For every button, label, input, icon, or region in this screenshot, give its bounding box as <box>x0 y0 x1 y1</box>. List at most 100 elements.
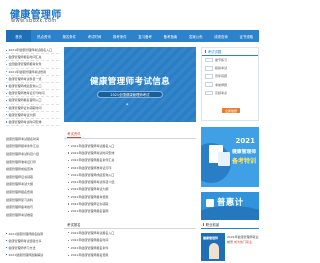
news-item[interactable]: 2021年健康管理师考试大纲 <box>64 186 196 193</box>
nav-item-answers[interactable]: 答案公布 <box>183 30 208 42</box>
bullet-icon <box>68 210 70 212</box>
bullet-icon <box>6 85 8 87</box>
checkbox[interactable] <box>205 82 213 87</box>
list-item[interactable]: 健康管理师证书领取时间 <box>6 105 59 112</box>
career-description[interactable]: 2021年健康管理师就业前景 成为热门职业 <box>227 235 259 245</box>
checkbox[interactable] <box>205 74 213 79</box>
practice-row[interactable]: 章节练习 <box>202 56 258 64</box>
nav-item-home[interactable]: 首页 <box>6 30 32 42</box>
list-item[interactable]: 健康管理师成绩查询 <box>6 165 59 173</box>
practice-row[interactable]: 历年真题 <box>202 72 258 80</box>
nav-item-certificate[interactable]: 证书领取 <box>234 30 259 42</box>
news-item[interactable]: 2021年健康管理师报名条件 <box>64 244 196 252</box>
promo-banner-puhui[interactable]: 普惠计 <box>201 192 259 220</box>
bullet-icon <box>68 232 70 234</box>
list-item[interactable]: 健康管理师准考证打印时间 <box>6 90 59 98</box>
person-icon <box>209 243 219 259</box>
news-item[interactable]: 2021年健康管理师考试科目介绍 <box>64 178 196 185</box>
list-item[interactable]: 健康管理师成绩查询入口 <box>6 83 59 91</box>
checkbox[interactable] <box>205 57 213 63</box>
list-item[interactable]: 全国健康管理师报考条件 <box>6 61 59 69</box>
news-item[interactable]: 2021年健康管理师成绩查询入口 <box>64 171 196 178</box>
nav-item-review[interactable]: 复习备考 <box>132 30 157 42</box>
checkbox[interactable] <box>205 66 213 71</box>
news-item[interactable]: 2021年健康管理师报名时间 <box>64 237 196 245</box>
news-item[interactable]: 2021年健康管理师证书领取 <box>64 200 196 207</box>
bullet-icon <box>68 203 70 205</box>
left-link-list: 2021年健康管理师考试报名入口 健康管理师报名时间汇总 全国健康管理师报考条件… <box>6 47 59 127</box>
banner-subtitle-pill: 2021全国健康管理师考试 <box>97 91 163 98</box>
bullet-icon <box>68 254 70 256</box>
career-thumbnail[interactable]: 健康管理师 <box>201 233 225 261</box>
bullet-icon <box>68 159 70 161</box>
header-accent-bar <box>205 49 207 54</box>
list-item[interactable]: 健康管理师考试大纲 <box>6 181 59 189</box>
bullet-icon <box>68 174 70 176</box>
news-item[interactable]: 2021年健康管理师考试报名入口 <box>64 229 196 237</box>
list-item[interactable]: 健康管理师考试报名时间 <box>6 135 59 143</box>
nav-item-hot-news[interactable]: 热点资讯 <box>31 30 56 42</box>
nav-item-exam-time[interactable]: 考试时间 <box>82 30 107 42</box>
checkbox[interactable] <box>205 90 213 96</box>
bullet-icon <box>6 99 8 101</box>
nav-item-apply-conditions[interactable]: 报名条件 <box>57 30 82 42</box>
tab-news[interactable]: 考试资讯 <box>67 131 81 138</box>
bullet-icon <box>6 92 8 94</box>
promo-line2: 备考特训 <box>231 158 256 165</box>
nav-item-scores[interactable]: 成绩查询 <box>208 30 233 42</box>
practice-row[interactable]: 高频考点 <box>202 89 258 97</box>
bullet-icon <box>68 166 70 169</box>
banner-title: 健康管理师考试信息 <box>89 77 171 87</box>
practice-row[interactable]: 考前押题 <box>202 81 258 89</box>
news-item[interactable]: 2021年健康管理师考试报名入口 <box>64 142 196 149</box>
bullet-icon <box>68 247 70 249</box>
bullet-icon <box>6 56 8 58</box>
left-link-list-secondary: 健康管理师考试报名时间 健康管理师报考条件汇总 健康管理师考试科目介绍 健康管理… <box>6 135 59 219</box>
diamond-icon: ◆ <box>126 102 129 106</box>
news-item[interactable]: 2021年健康管理师准考证打印 <box>64 164 196 171</box>
bullet-icon <box>68 188 70 191</box>
list-item[interactable]: 健康管理师复习资料 <box>6 196 59 204</box>
news-item[interactable]: 2021年健康管理师报名费用 <box>64 252 196 260</box>
list-item[interactable]: 健康管理师报考条件汇总 <box>6 143 59 151</box>
list-item[interactable]: 2021年健康管理师考试报名入口 <box>6 47 59 55</box>
news-item[interactable]: 2021年健康管理师报名条件汇总 <box>64 157 196 164</box>
list-item[interactable]: 健康管理师考试时间安排 <box>6 119 59 127</box>
news-item[interactable]: 2021年健康管理师考试时间安排 <box>64 149 196 156</box>
bullet-icon <box>6 49 8 51</box>
practice-row[interactable]: 模拟考试 <box>202 64 258 72</box>
promo-text: 普惠计 <box>217 197 244 207</box>
list-item[interactable]: 健康管理师准考证打印 <box>6 158 59 166</box>
career-section: 职业前景 健康管理师 2021年健康管理师就业前景 成为热门职业 <box>201 221 259 263</box>
list-item[interactable]: 健康管理师考试难度 <box>6 211 59 219</box>
list-item[interactable]: 2021年健康管理师考试费用 <box>6 69 59 76</box>
list-item[interactable]: 健康管理师考试大纲 <box>6 112 59 119</box>
news-section: 考试资讯 2021年健康管理师考试报名入口 2021年健康管理师考试时间安排 2… <box>64 130 196 215</box>
start-practice-button[interactable]: 立即做题 <box>222 108 240 113</box>
bullet-icon <box>68 239 70 241</box>
list-item[interactable]: 健康管理师报名官网入口 <box>6 97 59 105</box>
list-item[interactable]: 健康管理师报名费用 <box>6 188 59 196</box>
nav-item-requirements[interactable]: 报考条件 <box>107 30 132 42</box>
registration-section: 考试报名 2021年健康管理师考试报名入口 2021年健康管理师报名时间 202… <box>64 221 196 259</box>
list-item[interactable]: 健康管理师报名时间汇总 <box>6 54 59 62</box>
hero-banner[interactable]: 健康管理师考试信息 2021全国健康管理师考试 ◆ <box>64 47 196 122</box>
list-item[interactable]: 健康管理师证书领取 <box>6 173 59 181</box>
bottom-left-list: 2021健康管理师报名指南 健康管理师考试经验分享 健康管理师学习方法 2021… <box>6 230 59 258</box>
bullet-icon <box>6 71 8 73</box>
list-item[interactable]: 健康管理师备考技巧 <box>6 203 59 211</box>
list-item[interactable]: 健康管理师考试经验分享 <box>6 237 59 244</box>
bullet-icon <box>6 253 8 256</box>
list-item[interactable]: 健康管理师考试科目介绍 <box>6 150 59 158</box>
news-header: 考试资讯 <box>64 130 196 139</box>
list-item[interactable]: 健康管理师考试科目一览 <box>6 76 59 83</box>
news-item[interactable]: 2021年健康管理师报名官网 <box>64 208 196 215</box>
news-item[interactable]: 2021年健康管理师报考费用 <box>64 193 196 200</box>
nav-item-guide[interactable]: 备考指南 <box>158 30 183 42</box>
promo-banner-2021[interactable]: 2021 健康管理师 备考特训 <box>201 127 259 187</box>
decor-wave <box>201 206 259 220</box>
list-item[interactable]: 2021健康管理师报名指南 <box>6 230 59 237</box>
list-item[interactable]: 健康管理师学习方法 <box>6 244 59 251</box>
list-item[interactable]: 2021健康管理师政策解读 <box>6 251 59 258</box>
thumbnail-title: 健康管理师 <box>203 236 219 240</box>
